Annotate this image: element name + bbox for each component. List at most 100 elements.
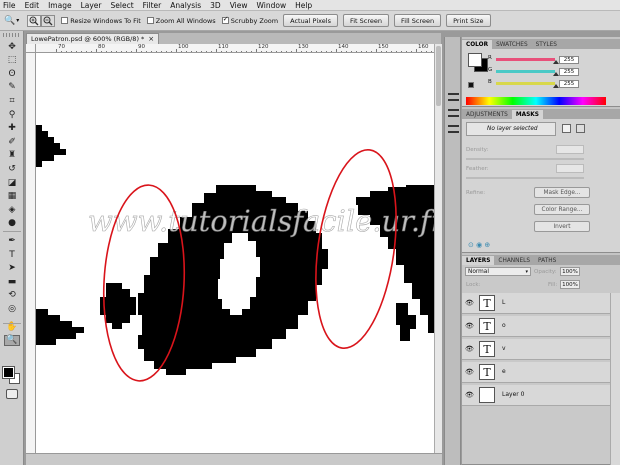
clone-stamp-icon[interactable]: ♜ (4, 150, 20, 161)
menu-item-layer[interactable]: Layer (81, 1, 102, 10)
layer-row[interactable]: 👁 Te (462, 362, 610, 383)
layers-scrollbar[interactable] (610, 293, 620, 465)
marquee-tool-icon[interactable]: ⬚ (4, 55, 20, 66)
mask-button-color-range[interactable]: Color Range... (534, 204, 590, 215)
history-brush-icon[interactable]: ↺ (4, 163, 20, 174)
document-tab[interactable]: LowePatron.psd @ 600% (RGB/8) * × (26, 33, 160, 44)
vertical-ruler[interactable] (26, 53, 36, 453)
menu-item-3d[interactable]: 3D (210, 1, 221, 10)
pen-tool-icon[interactable]: ✒ (4, 235, 20, 246)
checkbox-icon[interactable] (221, 15, 229, 24)
healing-brush-icon[interactable]: ✚ (4, 123, 20, 134)
feather-label: Feather: (466, 166, 489, 172)
close-icon[interactable]: × (148, 35, 154, 43)
dock-icon[interactable] (448, 109, 459, 117)
menu-item-filter[interactable]: Filter (143, 1, 162, 10)
tab-paths[interactable]: PATHS (534, 256, 560, 265)
tab-color[interactable]: COLOR (462, 40, 493, 49)
tab-masks[interactable]: MASKS (511, 110, 543, 119)
horizontal-ruler[interactable]: 70 80 90 100 110 120 130 140 150 160 (36, 44, 434, 53)
ruler-origin[interactable] (26, 44, 36, 53)
fill-field[interactable]: 100% (560, 280, 580, 289)
checkbox-icon[interactable] (61, 17, 69, 24)
option-button-actual-pixels[interactable]: Actual Pixels (283, 14, 338, 27)
tab-adjustments[interactable]: ADJUSTMENTS (462, 110, 512, 119)
3d-rotate-icon[interactable]: ⟲ (4, 290, 20, 301)
dodge-tool-icon[interactable]: ● (4, 218, 20, 229)
menu-item-window[interactable]: Window (257, 1, 287, 10)
option-button-print-size[interactable]: Print Size (446, 14, 491, 27)
tab-swatches[interactable]: SWATCHES (492, 40, 532, 49)
eye-icon[interactable]: 👁 (465, 391, 474, 399)
move-tool-icon[interactable]: ✥ (4, 41, 20, 52)
density-label: Density: (466, 147, 489, 153)
option-checkbox[interactable]: Scrubby Zoom (221, 15, 278, 25)
type-tool-icon[interactable]: T (4, 249, 20, 260)
feather-slider[interactable] (466, 177, 584, 179)
quick-mask-icon[interactable] (6, 389, 18, 399)
zoom-tool-icon[interactable]: 🔍 (4, 334, 20, 346)
shape-tool-icon[interactable]: ▬ (4, 276, 20, 287)
eye-icon[interactable]: 👁 (465, 345, 474, 353)
menu-item-view[interactable]: View (230, 1, 248, 10)
eye-icon[interactable]: 👁 (465, 322, 474, 330)
dock-icon[interactable] (448, 125, 459, 133)
lasso-tool-icon[interactable]: ʘ (4, 68, 20, 79)
layer-row[interactable]: 👁 Layer 0 (462, 385, 610, 406)
tab-channels[interactable]: CHANNELS (494, 256, 534, 265)
layer-row[interactable]: 👁 To (462, 316, 610, 337)
horizontal-scrollbar[interactable] (26, 453, 442, 465)
menu-item-help[interactable]: Help (295, 1, 312, 10)
eyedropper-tool-icon[interactable]: ⚲ (4, 109, 20, 120)
scroll-thumb[interactable] (436, 46, 441, 106)
tab-styles[interactable]: STYLES (532, 40, 561, 49)
menu-item-image[interactable]: Image (48, 1, 72, 10)
tab-layers[interactable]: LAYERS (462, 256, 495, 265)
option-checkbox[interactable]: Resize Windows To Fit (61, 17, 141, 25)
menu-item-analysis[interactable]: Analysis (170, 1, 201, 10)
mask-button-mask-edge[interactable]: Mask Edge... (534, 187, 590, 198)
density-field[interactable] (556, 145, 584, 154)
eye-icon[interactable]: 👁 (465, 299, 474, 307)
vector-mask-icon[interactable] (576, 124, 585, 133)
option-button-fit-screen[interactable]: Fit Screen (342, 14, 390, 27)
menu-item-file[interactable]: File (3, 1, 16, 10)
brush-tool-icon[interactable]: ✐ (4, 136, 20, 147)
blend-mode-select[interactable]: Normal ▾ (465, 267, 531, 276)
blur-tool-icon[interactable]: ◈ (4, 204, 20, 215)
path-select-icon[interactable]: ➤ (4, 263, 20, 274)
gradient-tool-icon[interactable]: ▦ (4, 191, 20, 202)
dock-icon[interactable] (448, 93, 459, 101)
opacity-field[interactable]: 100% (560, 267, 580, 276)
eye-icon[interactable]: 👁 (465, 368, 474, 376)
feather-field[interactable] (556, 164, 584, 173)
menu-item-select[interactable]: Select (111, 1, 134, 10)
zoom-out-button[interactable] (41, 14, 56, 27)
crop-tool-icon[interactable]: ⌗ (4, 95, 20, 106)
channel-slider-g[interactable] (496, 70, 555, 73)
color-spectrum-bar[interactable] (466, 97, 606, 105)
pixel-mask-icon[interactable] (562, 124, 571, 133)
mask-button-invert[interactable]: Invert (534, 221, 590, 232)
checkbox-icon[interactable] (146, 17, 154, 24)
channel-value-b[interactable]: 255 (559, 80, 579, 88)
layer-row[interactable]: 👁 T L (462, 293, 610, 314)
zoom-tool-preset[interactable]: 🔍 ▾ (4, 16, 19, 26)
layer-row[interactable]: 👁 Tv (462, 339, 610, 360)
channel-slider-r[interactable] (496, 58, 555, 61)
document-canvas[interactable]: www.tutorialsfacile.ur.fr (36, 53, 434, 453)
option-checkbox[interactable]: Zoom All Windows (146, 17, 216, 25)
channel-value-r[interactable]: 255 (559, 56, 579, 64)
channel-value-g[interactable]: 255 (559, 68, 579, 76)
foreground-swatch[interactable] (2, 366, 15, 379)
eraser-tool-icon[interactable]: ◪ (4, 177, 20, 188)
foreground-color-swatch[interactable] (468, 53, 482, 67)
zoom-in-button[interactable] (27, 14, 42, 27)
option-button-fill-screen[interactable]: Fill Screen (394, 14, 442, 27)
density-slider[interactable] (466, 158, 584, 160)
quick-select-tool-icon[interactable]: ✎ (4, 82, 20, 93)
menu-item-edit[interactable]: Edit (25, 1, 40, 10)
channel-slider-b[interactable] (496, 82, 555, 85)
3d-orbit-icon[interactable]: ◎ (4, 303, 20, 314)
vertical-scrollbar[interactable] (434, 44, 442, 453)
